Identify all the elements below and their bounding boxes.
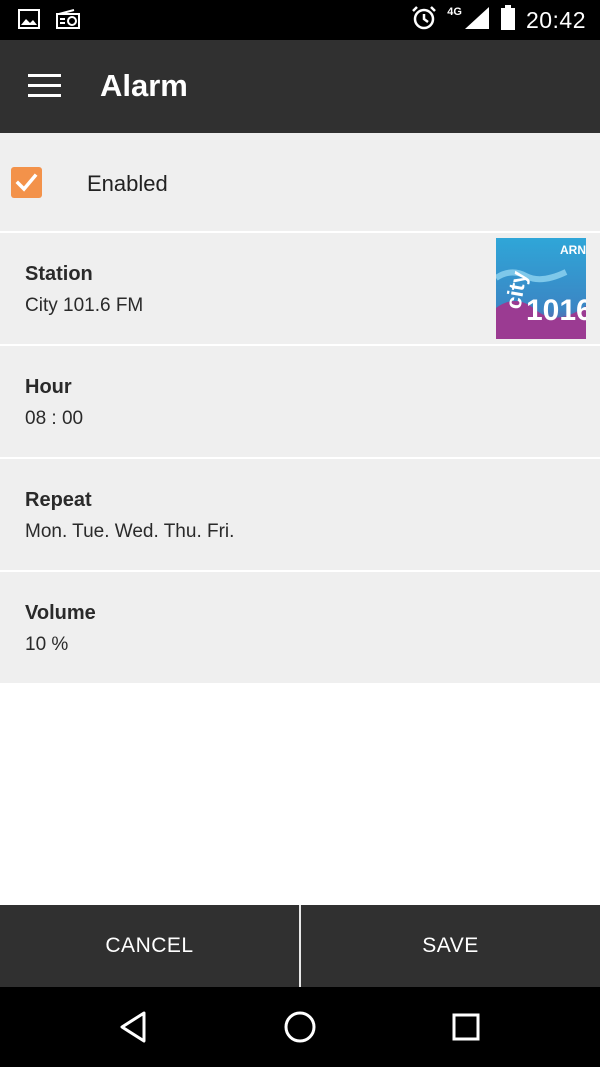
battery-icon [500,4,516,36]
repeat-title: Repeat [25,489,92,511]
volume-title: Volume [25,602,96,624]
station-logo: ARN city 1016 [496,238,586,339]
back-icon[interactable] [116,1009,152,1045]
save-button[interactable]: SAVE [301,905,600,987]
alarm-settings-list: Enabled Station City 101.6 FM ARN city 1… [0,133,600,685]
station-logo-frequency: 1016 [526,294,586,327]
enabled-row[interactable]: Enabled [0,133,600,233]
repeat-value: Mon. Tue. Wed. Thu. Fri. [25,521,235,542]
action-bar: CANCEL SAVE [0,905,600,987]
station-logo-brand: ARN [560,243,586,257]
volume-value: 10 % [25,634,69,655]
radio-icon [56,9,80,34]
cancel-button[interactable]: CANCEL [0,905,299,987]
enabled-label: Enabled [87,171,168,196]
home-icon[interactable] [282,1009,318,1045]
status-bar: 4G 20:42 [0,0,600,40]
hamburger-menu-icon[interactable] [28,74,64,100]
image-icon [18,9,40,34]
enabled-checkbox[interactable] [11,167,42,198]
repeat-row[interactable]: Repeat Mon. Tue. Wed. Thu. Fri. [0,459,600,572]
recents-icon[interactable] [448,1009,484,1045]
alarm-clock-icon [411,5,437,36]
hour-value: 08 : 00 [25,408,84,429]
station-row[interactable]: Station City 101.6 FM ARN city 1016 [0,233,600,346]
status-time: 20:42 [525,6,586,33]
volume-row[interactable]: Volume 10 % [0,572,600,685]
hour-row[interactable]: Hour 08 : 00 [0,346,600,459]
hour-title: Hour [25,376,72,398]
signal-icon [464,6,490,35]
station-value: City 101.6 FM [25,295,144,316]
station-title: Station [25,263,93,285]
system-nav-bar [0,987,600,1067]
app-bar: Alarm [0,40,600,133]
checkmark-icon [15,173,38,192]
network-type-label: 4G [447,6,462,18]
page-title: Alarm [100,68,188,103]
